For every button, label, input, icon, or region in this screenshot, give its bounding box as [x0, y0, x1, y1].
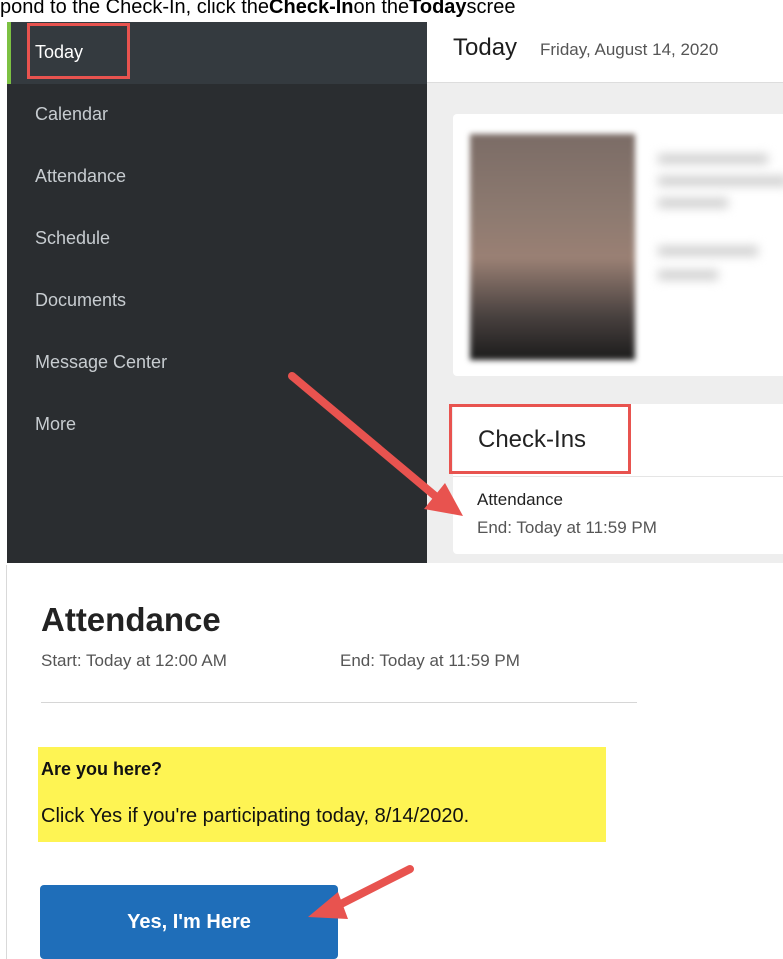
sidebar-item-schedule[interactable]: Schedule — [7, 208, 427, 270]
sidebar-item-label: More — [35, 414, 77, 434]
sidebar-item-more[interactable]: More — [7, 394, 427, 456]
caption-prefix: pond to the Check-In, click the — [0, 0, 270, 18]
active-indicator — [7, 22, 11, 84]
sidebar-item-label: Message Center — [35, 352, 168, 372]
main-content: Today Friday, August 14, 2020 Check-Ins … — [427, 22, 783, 563]
panel-edge — [6, 565, 7, 959]
attendance-end-time: End: Today at 11:59 PM — [340, 651, 520, 670]
attendance-title: Attendance — [41, 601, 221, 638]
blurred-text — [658, 270, 718, 280]
attendance-checkin-screenshot: Attendance Start: Today at 12:00 AM End:… — [0, 565, 783, 959]
sidebar-item-message-center[interactable]: Message Center — [7, 332, 427, 394]
blurred-text — [658, 198, 728, 208]
caption-middle: on the — [353, 0, 410, 18]
blurred-text — [658, 176, 783, 186]
blurred-text — [658, 154, 768, 164]
page-header: Today Friday, August 14, 2020 — [427, 22, 783, 83]
instruction-caption: pond to the Check-In, click the Check-In… — [0, 0, 783, 22]
sidebar-item-documents[interactable]: Documents — [7, 270, 427, 332]
student-card — [453, 114, 783, 376]
yes-im-here-button[interactable]: Yes, I'm Here — [40, 885, 338, 959]
student-photo-blurred — [470, 134, 635, 360]
caption-text: pond to the Check-In, click the Check-In… — [0, 0, 516, 18]
caption-bold-checkin: Check-In — [269, 0, 354, 18]
question-text: Are you here? — [41, 759, 163, 779]
sidebar-item-attendance[interactable]: Attendance — [7, 146, 427, 208]
today-highlight-box — [27, 23, 130, 79]
instruction-text: Click Yes if you're participating today,… — [41, 805, 470, 827]
checkins-card: Check-Ins Attendance End: Today at 11:59… — [449, 404, 783, 554]
divider — [41, 702, 637, 703]
checkins-title: Check-Ins — [478, 426, 587, 453]
checkin-item-end[interactable]: End: Today at 11:59 PM — [477, 518, 657, 538]
page-date: Friday, August 14, 2020 — [540, 40, 719, 59]
blurred-text — [658, 246, 758, 256]
today-screen-screenshot: Today Calendar Attendance Schedule Docum… — [0, 22, 783, 563]
checkins-header: Check-Ins — [449, 404, 783, 477]
sidebar-item-label: Calendar — [35, 104, 109, 124]
page-title: Today — [453, 34, 518, 61]
sidebar-item-label: Schedule — [35, 228, 111, 248]
sidebar-item-label: Documents — [35, 290, 127, 310]
attendance-start-time: Start: Today at 12:00 AM — [41, 651, 227, 670]
caption-suffix: scree — [466, 0, 516, 18]
sidebar-item-calendar[interactable]: Calendar — [7, 84, 427, 146]
checkin-item-title[interactable]: Attendance — [477, 490, 563, 510]
caption-bold-today: Today — [409, 0, 467, 18]
sidebar-nav: Today Calendar Attendance Schedule Docum… — [7, 22, 427, 563]
sidebar-item-label: Attendance — [35, 166, 127, 186]
